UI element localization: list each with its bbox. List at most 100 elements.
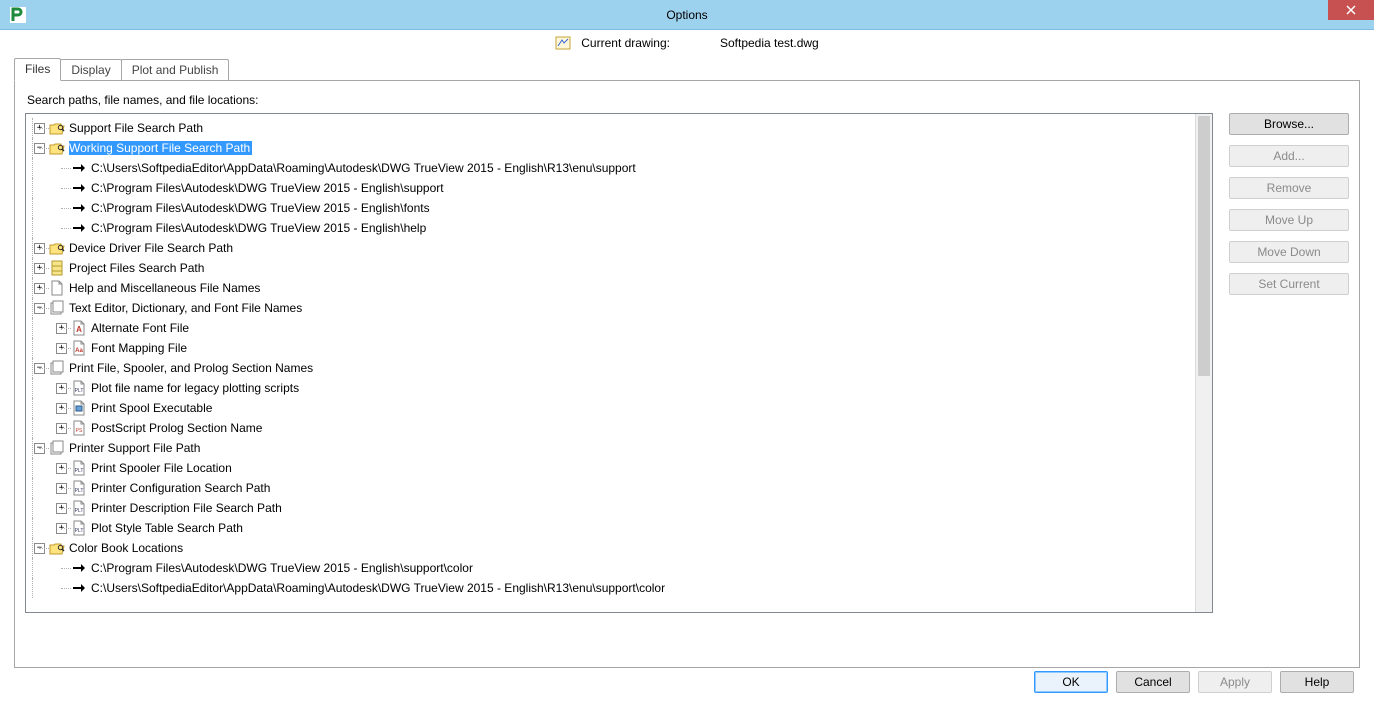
tree-node[interactable]: −Working Support File Search Path — [32, 138, 1195, 158]
collapse-icon[interactable]: − — [34, 543, 45, 554]
ps-file-icon — [71, 420, 87, 436]
tree-node-label: Print Spooler File Location — [91, 461, 234, 475]
help-button[interactable]: Help — [1280, 671, 1354, 693]
collapse-icon[interactable]: − — [34, 143, 45, 154]
font-map-file-icon — [71, 340, 87, 356]
plt-file-icon — [71, 380, 87, 396]
tree-node-label: Print Spool Executable — [91, 401, 214, 415]
folder-search-open-icon — [49, 120, 65, 136]
tree-node[interactable]: +Plot file name for legacy plotting scri… — [32, 378, 1195, 398]
tab-plot-and-publish[interactable]: Plot and Publish — [121, 59, 230, 81]
scroll-thumb[interactable] — [1198, 116, 1210, 376]
tree-node[interactable]: + Print Spool Executable — [32, 398, 1195, 418]
expand-icon[interactable]: + — [56, 383, 67, 394]
path-arrow-icon — [71, 580, 87, 596]
tree-node-label: C:\Program Files\Autodesk\DWG TrueView 2… — [91, 201, 432, 215]
expand-icon[interactable]: + — [56, 523, 67, 534]
tree-node[interactable]: C:\Users\SoftpediaEditor\AppData\Roaming… — [32, 158, 1195, 178]
tree-node[interactable]: C:\Program Files\Autodesk\DWG TrueView 2… — [32, 178, 1195, 198]
expand-icon[interactable]: + — [56, 423, 67, 434]
plt-file-icon — [71, 460, 87, 476]
folder-search-open-icon — [49, 240, 65, 256]
tree-node-label: Color Book Locations — [69, 541, 185, 555]
client-area: Current drawing: Softpedia test.dwg File… — [8, 30, 1366, 701]
tree-node[interactable]: −Text Editor, Dictionary, and Font File … — [32, 298, 1195, 318]
cancel-button[interactable]: Cancel — [1116, 671, 1190, 693]
file-stack-icon — [49, 440, 65, 456]
window-title: Options — [0, 8, 1374, 22]
panel-heading: Search paths, file names, and file locat… — [27, 93, 1349, 107]
tree-node[interactable]: − Color Book Locations — [32, 538, 1195, 558]
expand-icon[interactable]: + — [34, 123, 45, 134]
path-arrow-icon — [71, 560, 87, 576]
tree-node[interactable]: + Print Spooler File Location — [32, 458, 1195, 478]
tab-files[interactable]: Files — [14, 58, 61, 81]
close-button[interactable] — [1328, 0, 1374, 20]
tree-node[interactable]: −Print File, Spooler, and Prolog Section… — [32, 358, 1195, 378]
exe-file-icon — [71, 400, 87, 416]
tree-node[interactable]: C:\Users\SoftpediaEditor\AppData\Roaming… — [32, 578, 1195, 598]
tree-node[interactable]: + Help and Miscellaneous File Names — [32, 278, 1195, 298]
current-drawing-row: Current drawing: Softpedia test.dwg — [8, 30, 1366, 56]
expand-icon[interactable]: + — [56, 463, 67, 474]
tree-node[interactable]: + PostScript Prolog Section Name — [32, 418, 1195, 438]
tree-node[interactable]: + Alternate Font File — [32, 318, 1195, 338]
expand-icon[interactable]: + — [56, 403, 67, 414]
apply-button: Apply — [1198, 671, 1272, 693]
current-drawing-value: Softpedia test.dwg — [720, 36, 819, 50]
expand-icon[interactable]: + — [34, 263, 45, 274]
plt-file-icon — [71, 500, 87, 516]
file-stack-icon — [49, 360, 65, 376]
tree-scroll[interactable]: +Support File Search Path−Working Suppor… — [26, 114, 1195, 612]
expand-icon[interactable]: + — [56, 323, 67, 334]
ok-button[interactable]: OK — [1034, 671, 1108, 693]
tree-node-label: Printer Support File Path — [69, 441, 202, 455]
collapse-icon[interactable]: − — [34, 443, 45, 454]
plt-file-icon — [71, 520, 87, 536]
tree-node[interactable]: +Device Driver File Search Path — [32, 238, 1195, 258]
file-icon — [49, 280, 65, 296]
remove-button: Remove — [1229, 177, 1349, 199]
file-stack-icon — [49, 300, 65, 316]
path-arrow-icon — [71, 200, 87, 216]
collapse-icon[interactable]: − — [34, 363, 45, 374]
tab-strip: FilesDisplayPlot and Publish — [8, 58, 1366, 80]
tree-node-label: C:\Program Files\Autodesk\DWG TrueView 2… — [91, 181, 446, 195]
path-arrow-icon — [71, 220, 87, 236]
tree-node-label: C:\Program Files\Autodesk\DWG TrueView 2… — [91, 221, 428, 235]
tree-node[interactable]: +Plot Style Table Search Path — [32, 518, 1195, 538]
tree-node[interactable]: C:\Program Files\Autodesk\DWG TrueView 2… — [32, 198, 1195, 218]
tree-container: +Support File Search Path−Working Suppor… — [25, 113, 1213, 613]
collapse-icon[interactable]: − — [34, 303, 45, 314]
tree-node-label: C:\Users\SoftpediaEditor\AppData\Roaming… — [91, 161, 638, 175]
title-bar: Options — [0, 0, 1374, 30]
tree-node[interactable]: +Support File Search Path — [32, 118, 1195, 138]
path-arrow-icon — [71, 180, 87, 196]
tree-node[interactable]: C:\Program Files\Autodesk\DWG TrueView 2… — [32, 218, 1195, 238]
close-icon — [1346, 5, 1356, 15]
tree-node-label: PostScript Prolog Section Name — [91, 421, 264, 435]
expand-icon[interactable]: + — [56, 503, 67, 514]
path-tree[interactable]: +Support File Search Path−Working Suppor… — [32, 118, 1195, 598]
expand-icon[interactable]: + — [34, 283, 45, 294]
plt-file-icon — [71, 480, 87, 496]
tree-node[interactable]: + Font Mapping File — [32, 338, 1195, 358]
tree-node[interactable]: C:\Program Files\Autodesk\DWG TrueView 2… — [32, 558, 1195, 578]
tree-node[interactable]: +Printer Configuration Search Path — [32, 478, 1195, 498]
move-up-button: Move Up — [1229, 209, 1349, 231]
tab-panel-files: Search paths, file names, and file locat… — [14, 80, 1360, 668]
expand-icon[interactable]: + — [34, 243, 45, 254]
tree-node-label: Font Mapping File — [91, 341, 189, 355]
move-down-button: Move Down — [1229, 241, 1349, 263]
expand-icon[interactable]: + — [56, 343, 67, 354]
tree-node[interactable]: − Printer Support File Path — [32, 438, 1195, 458]
current-drawing-label: Current drawing: — [581, 36, 670, 50]
tree-node[interactable]: +Project Files Search Path — [32, 258, 1195, 278]
expand-icon[interactable]: + — [56, 483, 67, 494]
vertical-scrollbar[interactable] — [1195, 114, 1212, 612]
tree-node-label: Help and Miscellaneous File Names — [69, 281, 262, 295]
tree-node-label: Alternate Font File — [91, 321, 191, 335]
browse--button[interactable]: Browse... — [1229, 113, 1349, 135]
tab-display[interactable]: Display — [60, 59, 121, 81]
tree-node[interactable]: +Printer Description File Search Path — [32, 498, 1195, 518]
